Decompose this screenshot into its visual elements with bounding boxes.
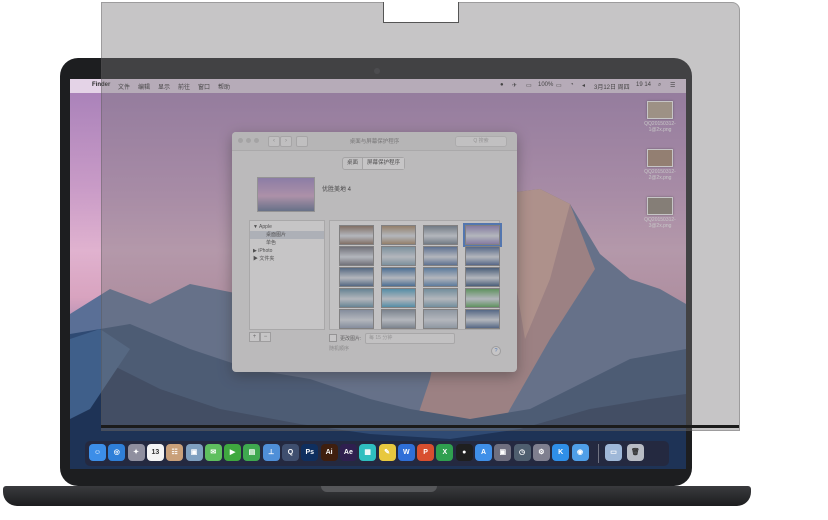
appstore-icon[interactable]: A: [475, 444, 492, 461]
privacy-filter-panel: [101, 2, 740, 431]
numbers-icon[interactable]: ▤: [243, 444, 261, 461]
launchpad-icon[interactable]: ✦: [127, 444, 145, 461]
sticky-notes-icon[interactable]: ✎: [378, 444, 396, 461]
keynote-icon[interactable]: ⊥: [262, 444, 280, 461]
powerpoint-icon[interactable]: P: [417, 444, 435, 461]
kugou-icon[interactable]: K: [552, 444, 570, 461]
downloads-folder-icon[interactable]: ▭: [605, 444, 622, 461]
illustrator-icon[interactable]: Ai: [320, 444, 338, 461]
trash-icon[interactable]: 🗑: [627, 444, 644, 461]
aftereffects-icon[interactable]: Ae: [339, 444, 357, 461]
safari-icon[interactable]: ◎: [108, 444, 126, 461]
system-prefs-icon[interactable]: ⚙: [532, 444, 550, 461]
word-icon[interactable]: W: [397, 444, 415, 461]
messages-icon[interactable]: ✉: [204, 444, 222, 461]
facetime-icon[interactable]: ▶: [224, 444, 242, 461]
screenshot-icon[interactable]: ▣: [494, 444, 512, 461]
calendar-icon[interactable]: 13: [146, 444, 164, 461]
qq-icon[interactable]: ●: [455, 444, 473, 461]
laptop-base: [3, 486, 751, 506]
dock: ☺ ◎ ✦ 13 ☷ ▣ ✉ ▶ ▤ ⊥ Q Ps Ai Ae ▦ ✎ W P X ● A ▣ ◷ ⚙ K ◉ ▭ 🗑: [85, 441, 669, 466]
quicktime-icon[interactable]: Q: [282, 444, 299, 461]
photoshop-icon[interactable]: Ps: [301, 444, 319, 461]
privacy-filter-bottom-edge: [101, 425, 739, 428]
preview-icon[interactable]: ▣: [185, 444, 203, 461]
excel-icon[interactable]: X: [436, 444, 454, 461]
qq-browser-icon[interactable]: ◉: [571, 444, 589, 461]
contacts-icon[interactable]: ☷: [166, 444, 184, 461]
dock-separator: [598, 444, 599, 463]
timemachine-icon[interactable]: ◷: [513, 444, 531, 461]
privacy-filter-camera-cutout: [383, 2, 459, 23]
app-teal-icon[interactable]: ▦: [359, 444, 377, 461]
finder-icon[interactable]: ☺: [89, 444, 106, 461]
base-opening-groove: [321, 486, 437, 492]
